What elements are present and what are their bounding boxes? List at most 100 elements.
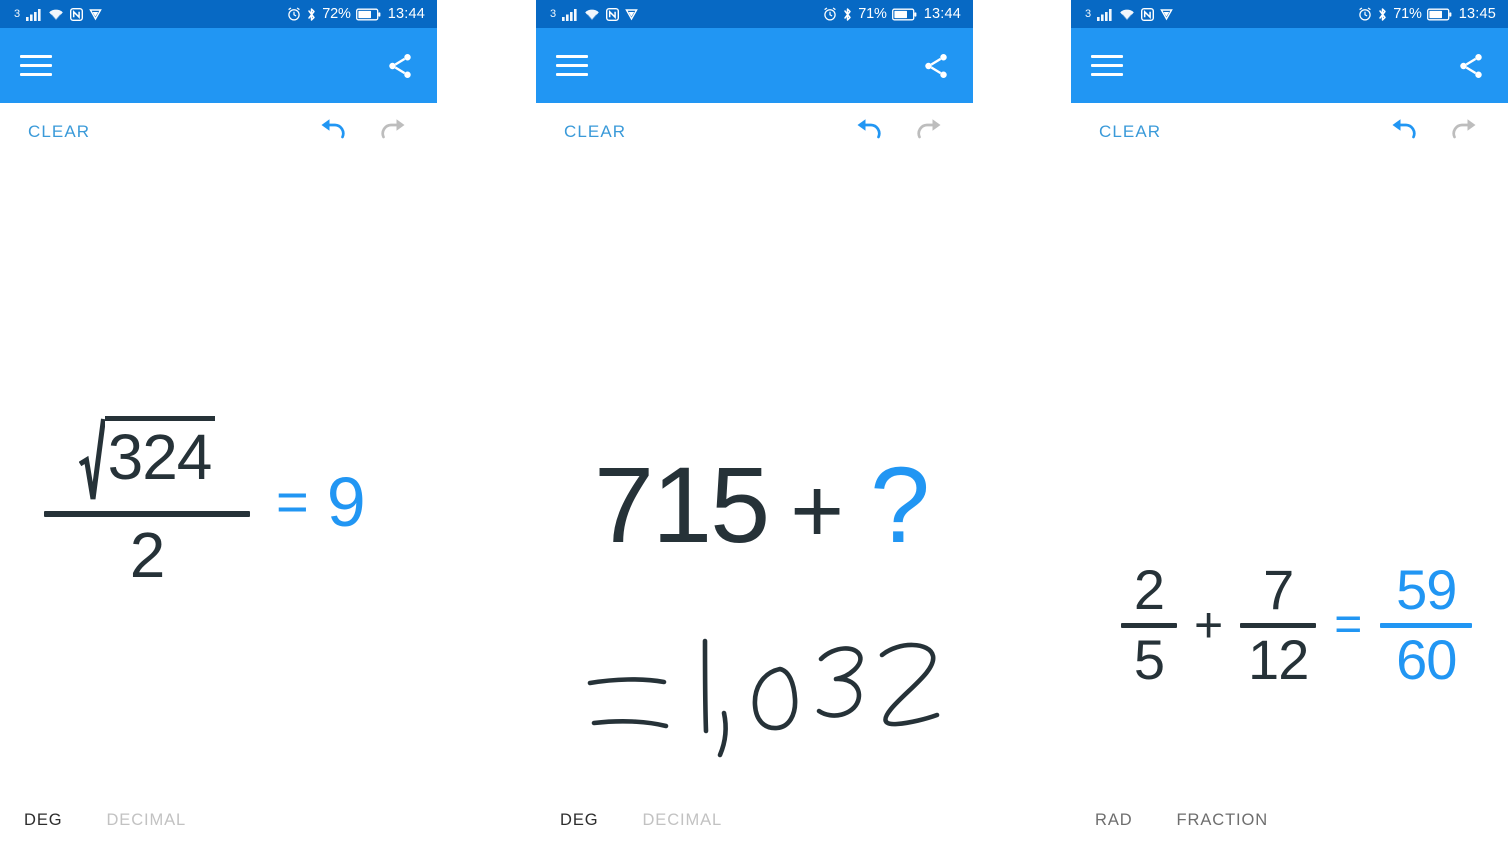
clock-time: 13:44 <box>387 6 425 22</box>
phone-screen-1: 3 72% 13:44 CLEAR 324 2 = 9 DEG DECIMAL <box>0 0 437 848</box>
alarm-clock-icon <box>287 7 301 21</box>
hamburger-menu-icon[interactable] <box>556 54 588 77</box>
equals-sign: = <box>276 470 309 534</box>
battery-icon <box>355 8 381 21</box>
bluetooth-icon <box>1377 7 1388 22</box>
mode-format-toggle[interactable]: DECIMAL <box>106 811 186 830</box>
undo-redo-group <box>315 117 419 147</box>
clock-time: 13:44 <box>923 6 961 22</box>
nfc-icon <box>70 7 84 21</box>
wifi-icon <box>584 8 600 21</box>
fraction-denominator: 2 <box>129 518 166 591</box>
app-bar <box>1071 28 1508 103</box>
equals-sign: = <box>1334 598 1363 652</box>
undo-icon[interactable] <box>851 117 885 147</box>
redo-icon <box>1448 117 1482 147</box>
status-bar: 3 72% 13:44 <box>0 0 437 28</box>
mode-angle-toggle[interactable]: DEG <box>560 811 598 830</box>
alarm-clock-icon <box>1358 7 1372 21</box>
share-icon[interactable] <box>385 51 415 81</box>
status-bar-left: 3 <box>14 7 102 21</box>
wifi-icon <box>48 8 64 21</box>
signal-bars-icon <box>26 8 42 21</box>
phone-screen-3: 3 71% 13:45 CLEAR 2 5 + 7 12 = 59 60 RAD… <box>1071 0 1508 848</box>
mode-bar: RAD FRACTION <box>1071 802 1508 848</box>
fraction-numerator: 2 <box>1133 558 1165 621</box>
status-bar-right: 72% 13:44 <box>287 6 425 22</box>
action-row: CLEAR <box>536 103 973 161</box>
signal-bars-icon <box>1097 8 1113 21</box>
battery-icon <box>891 8 917 21</box>
network-label: 3 <box>550 7 557 20</box>
mode-bar: DEG DECIMAL <box>536 802 973 848</box>
mode-bar: DEG DECIMAL <box>0 802 437 848</box>
undo-redo-group <box>1386 117 1490 147</box>
nfc-icon <box>1141 7 1155 21</box>
fraction-bar <box>44 511 250 517</box>
battery-percent: 71% <box>858 6 887 22</box>
status-bar: 3 71% 13:44 <box>536 0 973 28</box>
status-bar-right: 71% 13:44 <box>823 6 961 22</box>
three-phone-screenshots: 3 72% 13:44 CLEAR 324 2 = 9 DEG DECIMAL … <box>0 0 1508 848</box>
mode-angle-toggle[interactable]: DEG <box>24 811 62 830</box>
share-icon[interactable] <box>1456 51 1486 81</box>
clear-button[interactable]: CLEAR <box>562 118 628 146</box>
redo-icon <box>913 117 947 147</box>
share-icon[interactable] <box>921 51 951 81</box>
fraction-numerator: 324 <box>78 416 216 502</box>
fraction-first: 2 5 <box>1121 561 1177 688</box>
unknown-placeholder: ? <box>869 444 931 565</box>
status-bar: 3 71% 13:45 <box>1071 0 1508 28</box>
action-row: CLEAR <box>1071 103 1508 161</box>
redo-icon <box>377 117 411 147</box>
math-canvas[interactable]: 324 2 = 9 <box>0 161 437 802</box>
operand-value: 715 <box>594 444 770 565</box>
expression-addition-unknown: 715 + ? <box>594 451 930 564</box>
cast-play-icon <box>625 8 638 21</box>
app-bar <box>0 28 437 103</box>
math-canvas[interactable]: 2 5 + 7 12 = 59 60 <box>1071 161 1508 802</box>
status-bar-left: 3 <box>550 7 638 21</box>
status-bar-right: 71% 13:45 <box>1358 6 1496 22</box>
clear-button[interactable]: CLEAR <box>26 118 92 146</box>
fraction-result: 59 60 <box>1380 558 1473 692</box>
mode-angle-toggle[interactable]: RAD <box>1095 811 1133 830</box>
radicand-value: 324 <box>104 416 216 502</box>
signal-bars-icon <box>562 8 578 21</box>
mode-format-toggle[interactable]: DECIMAL <box>642 811 722 830</box>
phone-screen-2: 3 71% 13:44 CLEAR 715 + ? DEG DECIMAL <box>536 0 973 848</box>
fraction-denominator: 12 <box>1248 628 1309 692</box>
undo-icon[interactable] <box>1386 117 1420 147</box>
handwriting-ink-strokes <box>566 631 966 801</box>
hamburger-menu-icon[interactable] <box>20 54 52 77</box>
network-label: 3 <box>14 7 21 20</box>
clock-time: 13:45 <box>1458 6 1496 22</box>
expression-fraction-addition: 2 5 + 7 12 = 59 60 <box>1121 558 1473 692</box>
undo-redo-group <box>851 117 955 147</box>
plus-operator: + <box>790 460 844 562</box>
bluetooth-icon <box>842 7 853 22</box>
wifi-icon <box>1119 8 1135 21</box>
fraction-numerator: 59 <box>1396 558 1457 621</box>
hamburger-menu-icon[interactable] <box>1091 54 1123 77</box>
clear-button[interactable]: CLEAR <box>1097 118 1163 146</box>
square-root-group: 324 <box>78 416 216 502</box>
app-bar <box>536 28 973 103</box>
battery-percent: 71% <box>1393 6 1422 22</box>
action-row: CLEAR <box>0 103 437 161</box>
result-value: 9 <box>326 462 366 541</box>
math-canvas[interactable]: 715 + ? <box>536 161 973 802</box>
expression-sqrt-fraction: 324 2 = 9 <box>44 416 366 591</box>
battery-percent: 72% <box>322 6 351 22</box>
screenshot-gap-2 <box>973 0 1071 848</box>
cast-play-icon <box>89 8 102 21</box>
fraction-numerator: 7 <box>1263 558 1294 621</box>
fraction-denominator: 60 <box>1396 628 1457 692</box>
screenshot-gap-1 <box>437 0 536 848</box>
radical-sign-icon <box>78 416 105 502</box>
nfc-icon <box>606 7 620 21</box>
mode-format-toggle[interactable]: FRACTION <box>1177 811 1269 830</box>
fraction-second: 7 12 <box>1240 558 1317 692</box>
cast-play-icon <box>1160 8 1173 21</box>
undo-icon[interactable] <box>315 117 349 147</box>
